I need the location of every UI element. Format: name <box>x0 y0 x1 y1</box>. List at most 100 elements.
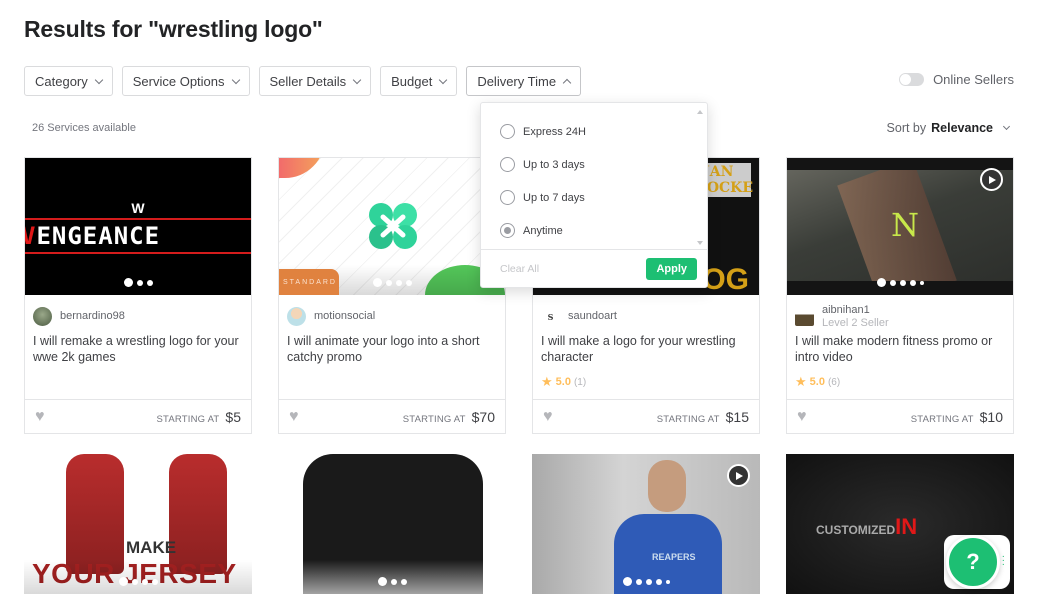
carousel-dot[interactable] <box>889 279 896 286</box>
heart-icon[interactable]: ♥ <box>543 408 553 425</box>
gig-card[interactable]: STANDARD motionsocial I will animate you… <box>278 157 506 434</box>
more-options-icon[interactable]: · · · <box>1002 552 1005 570</box>
delivery-time-dropdown: Express 24H Up to 3 days Up to 7 days An… <box>480 102 708 288</box>
filter-label: Seller Details <box>269 73 347 89</box>
carousel-dot[interactable] <box>622 577 632 586</box>
option-express-24h[interactable]: Express 24H <box>481 115 693 148</box>
gig-card[interactable]: N aibnihan1 Level 2 Seller I will make m… <box>786 157 1014 434</box>
help-button[interactable]: ? <box>946 535 1000 589</box>
filter-label: Category <box>35 73 88 89</box>
chevron-down-icon <box>1002 122 1011 131</box>
sort-dropdown[interactable]: Sort by Relevance <box>887 121 1011 135</box>
seller-avatar[interactable] <box>287 307 306 326</box>
seller-avatar[interactable] <box>795 307 814 326</box>
carousel-dot[interactable] <box>146 279 153 286</box>
carousel-dot[interactable] <box>131 578 138 585</box>
carousel-dot[interactable] <box>899 279 906 286</box>
carousel-dot[interactable] <box>390 578 397 585</box>
seller-name[interactable]: aibnihan1 <box>822 304 889 317</box>
decorative-shape <box>279 158 325 178</box>
carousel-dot[interactable] <box>151 578 158 585</box>
carousel-dot[interactable] <box>372 278 382 287</box>
sort-value: Relevance <box>931 121 993 135</box>
carousel-dot[interactable] <box>123 278 133 287</box>
radio-button-selected[interactable] <box>500 223 515 238</box>
chevron-down-icon <box>352 75 362 84</box>
scroll-down-arrow-icon[interactable] <box>697 241 703 245</box>
filter-category[interactable]: Category <box>24 66 113 96</box>
carousel-dot[interactable] <box>377 577 387 586</box>
carousel-dot[interactable] <box>118 577 128 586</box>
scroll-up-arrow-icon[interactable] <box>697 110 703 114</box>
online-sellers-label: Online Sellers <box>933 72 1014 87</box>
heart-icon[interactable]: ♥ <box>797 408 807 425</box>
carousel-dots[interactable] <box>24 577 252 586</box>
carousel-dots[interactable] <box>279 278 505 287</box>
seller-info: motionsocial <box>279 295 505 329</box>
play-icon[interactable] <box>980 168 1003 191</box>
gig-thumbnail[interactable]: MAKE YOUR JERSEY <box>24 454 252 594</box>
carousel-dot[interactable] <box>645 578 652 585</box>
heart-icon[interactable]: ♥ <box>289 408 299 425</box>
filter-budget[interactable]: Budget <box>380 66 458 96</box>
seller-name[interactable]: bernardino98 <box>60 310 125 323</box>
carousel-dot[interactable] <box>385 279 392 286</box>
gig-footer: ♥ STARTING AT $70 <box>279 399 505 433</box>
option-anytime[interactable]: Anytime <box>481 214 693 247</box>
seller-info: S saundoart <box>533 295 759 329</box>
gig-thumbnail[interactable]: REAPERS <box>532 454 760 594</box>
seller-name[interactable]: saundoart <box>568 310 617 323</box>
radio-button[interactable] <box>500 190 515 205</box>
dropdown-scrollbar[interactable] <box>693 103 707 251</box>
thumbnail-text: REAPERS <box>652 552 696 562</box>
price-amount: $10 <box>979 408 1003 425</box>
option-up-to-3-days[interactable]: Up to 3 days <box>481 148 693 181</box>
carousel-dot[interactable] <box>876 278 886 287</box>
gig-thumbnail[interactable] <box>278 454 506 594</box>
gig-card[interactable]: MAKE YOUR JERSEY <box>24 454 252 594</box>
carousel-dots[interactable] <box>278 577 506 586</box>
carousel-dot[interactable] <box>635 578 642 585</box>
option-up-to-7-days[interactable]: Up to 7 days <box>481 181 693 214</box>
carousel-dot[interactable] <box>141 578 148 585</box>
carousel-dots[interactable] <box>787 278 1013 287</box>
carousel-dot[interactable] <box>395 279 402 286</box>
carousel-dot[interactable] <box>136 279 143 286</box>
gig-card[interactable]: REAPERS <box>532 454 760 594</box>
gig-title[interactable]: I will remake a wrestling logo for your … <box>25 329 251 369</box>
filter-service-options[interactable]: Service Options <box>121 66 250 96</box>
chevron-up-icon <box>562 78 572 87</box>
rating-value: 5.0 <box>555 376 571 388</box>
carousel-dot[interactable] <box>400 578 407 585</box>
online-sellers-toggle[interactable] <box>899 73 925 86</box>
carousel-dot[interactable] <box>665 579 670 584</box>
gig-thumbnail[interactable]: N <box>787 158 1013 295</box>
radio-button[interactable] <box>500 124 515 139</box>
apply-button[interactable]: Apply <box>646 257 697 280</box>
gig-thumbnail[interactable]: STANDARD <box>279 158 505 295</box>
seller-avatar[interactable]: S <box>541 307 560 326</box>
thumbnail-text: MAKE <box>126 538 177 557</box>
gig-title[interactable]: I will animate your logo into a short ca… <box>279 329 505 369</box>
gig-card[interactable] <box>278 454 506 594</box>
clear-all-button[interactable]: Clear All <box>500 263 539 275</box>
price-label: STARTING AT <box>402 413 466 425</box>
gig-title[interactable]: I will make modern fitness promo or intr… <box>787 329 1013 369</box>
gig-thumbnail[interactable]: W VENGEANCE <box>25 158 251 295</box>
gig-title[interactable]: I will make a logo for your wrestling ch… <box>533 329 759 369</box>
carousel-dot[interactable] <box>405 279 412 286</box>
carousel-dots[interactable] <box>532 577 760 586</box>
filter-seller-details[interactable]: Seller Details <box>258 66 372 96</box>
carousel-dot[interactable] <box>655 578 662 585</box>
play-icon[interactable] <box>727 464 750 487</box>
carousel-dot[interactable] <box>919 280 924 285</box>
radio-button[interactable] <box>500 157 515 172</box>
seller-avatar[interactable] <box>33 307 52 326</box>
gig-card[interactable]: W VENGEANCE bernardino98 I will remake a… <box>24 157 252 434</box>
heart-icon[interactable]: ♥ <box>35 408 45 425</box>
carousel-dot[interactable] <box>909 279 916 286</box>
gig-footer: ♥ STARTING AT $15 <box>533 399 759 433</box>
seller-name[interactable]: motionsocial <box>314 310 375 323</box>
filter-delivery-time[interactable]: Delivery Time <box>466 66 582 96</box>
carousel-dots[interactable] <box>25 278 251 287</box>
